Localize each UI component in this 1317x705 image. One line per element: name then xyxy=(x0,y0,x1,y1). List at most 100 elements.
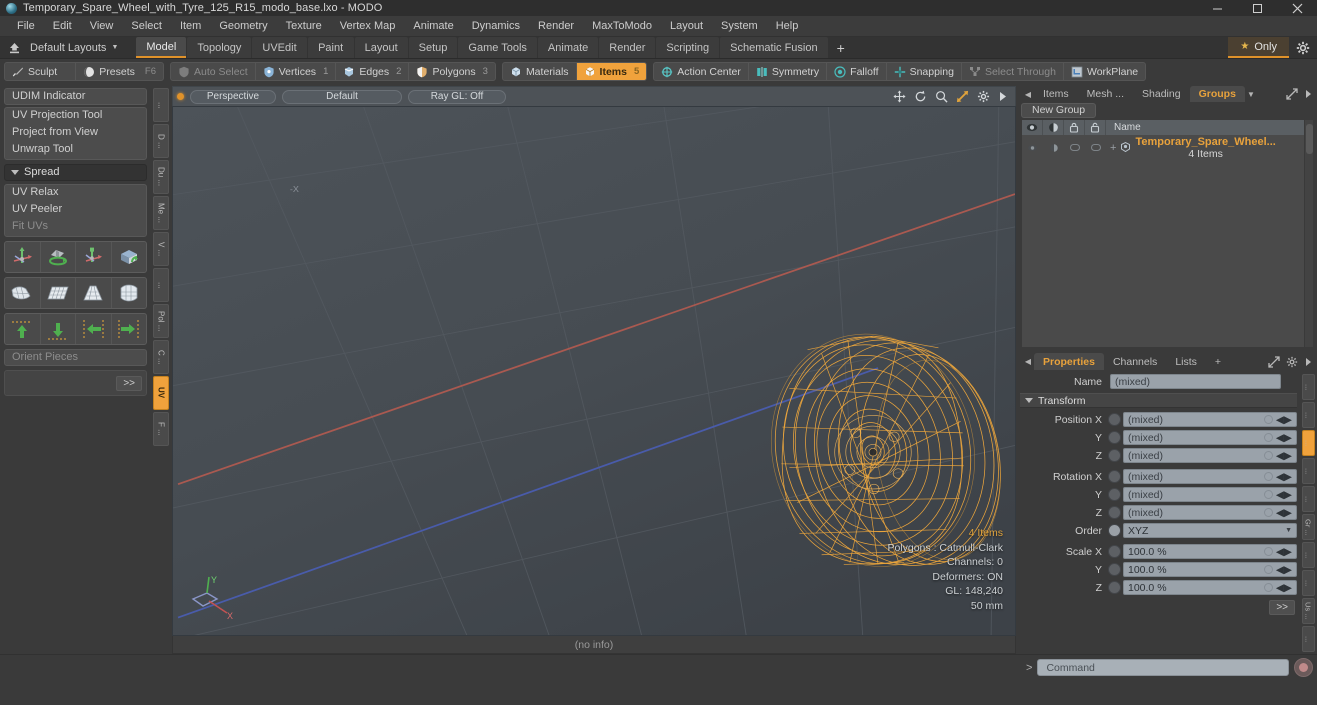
tab-items[interactable]: Items xyxy=(1034,86,1078,102)
minimize-icon[interactable] xyxy=(1197,0,1237,16)
uv-flip-icon[interactable] xyxy=(111,242,146,272)
uv-fit-icon[interactable] xyxy=(5,278,40,308)
scale-y-field[interactable]: 100.0 % ◀▶ xyxy=(1123,562,1297,577)
tab-scroll-left-icon[interactable]: ◀ xyxy=(1022,353,1034,370)
axis-gizmo[interactable]: Y X xyxy=(187,571,245,623)
sculpt-button[interactable]: Sculpt xyxy=(5,63,77,80)
symmetry-button[interactable]: Symmetry xyxy=(749,63,828,80)
rotate-icon[interactable] xyxy=(914,90,927,103)
scale-z-knob[interactable] xyxy=(1108,581,1121,594)
edges-button[interactable]: Edges 2 xyxy=(336,63,410,80)
fit-icon[interactable] xyxy=(956,90,969,103)
menu-item-vertex-map[interactable]: Vertex Map xyxy=(331,16,405,37)
lock-alt-icon[interactable] xyxy=(1085,119,1106,135)
tab-setup[interactable]: Setup xyxy=(408,37,458,58)
left-panel-more-button[interactable]: >> xyxy=(116,375,142,391)
stepper-icon[interactable]: ◀▶ xyxy=(1276,582,1292,594)
position-x-knob[interactable] xyxy=(1108,413,1121,426)
group-item-list[interactable]: Name + Temporary_Spare_Wheel... 4 Items xyxy=(1021,118,1314,348)
menu-item-layout[interactable]: Layout xyxy=(661,16,712,37)
rotation-z-knob[interactable] xyxy=(1108,506,1121,519)
scale-x-knob[interactable] xyxy=(1108,545,1121,558)
vertices-button[interactable]: Vertices 1 xyxy=(256,63,337,80)
props-vtab-4[interactable]: ... xyxy=(1301,486,1315,512)
align-down-icon[interactable] xyxy=(40,314,75,344)
stepper-icon[interactable]: ◀▶ xyxy=(1276,564,1292,576)
tab-groups[interactable]: Groups xyxy=(1189,86,1245,103)
viewport-view-mode-dropdown[interactable]: Perspective xyxy=(190,89,276,104)
udim-indicator-button[interactable]: UDIM Indicator xyxy=(4,88,147,105)
tab-channels[interactable]: Channels xyxy=(1104,353,1166,370)
layout-preset-dropdown[interactable]: Default Layouts ▼ xyxy=(28,37,124,58)
menu-item-animate[interactable]: Animate xyxy=(404,16,462,37)
position-z-knob[interactable] xyxy=(1108,449,1121,462)
scale-y-knob[interactable] xyxy=(1108,563,1121,576)
tab-lists[interactable]: Lists xyxy=(1166,353,1206,370)
scale-x-field[interactable]: 100.0 % ◀▶ xyxy=(1123,544,1297,559)
left-vtab-5[interactable]: ... xyxy=(153,268,169,302)
props-vtab-0[interactable]: ... xyxy=(1301,374,1315,400)
expand-toggle-icon[interactable]: + xyxy=(1110,142,1116,154)
viewport-raygl-toggle[interactable]: Ray GL: Off xyxy=(408,89,506,104)
left-vtab-3[interactable]: Me ... xyxy=(153,196,169,230)
props-vtab-7[interactable]: ... xyxy=(1301,570,1315,596)
row-visibility-toggle[interactable] xyxy=(1022,135,1043,161)
tab-properties[interactable]: Properties xyxy=(1034,353,1104,370)
uv-sphere-icon[interactable] xyxy=(111,278,146,308)
uv-move-icon[interactable] xyxy=(5,242,40,272)
chevron-right-icon[interactable] xyxy=(1304,89,1312,99)
materials-button[interactable]: Materials xyxy=(503,63,577,80)
tab-shading[interactable]: Shading xyxy=(1133,86,1190,102)
tab-topology[interactable]: Topology xyxy=(187,37,252,58)
unwrap-tool-button[interactable]: Unwrap Tool xyxy=(5,142,146,159)
menu-item-item[interactable]: Item xyxy=(171,16,210,37)
properties-more-button[interactable]: >> xyxy=(1269,600,1295,615)
rotation-y-field[interactable]: (mixed) ◀▶ xyxy=(1123,487,1297,502)
menu-item-texture[interactable]: Texture xyxy=(277,16,331,37)
stepper-icon[interactable]: ◀▶ xyxy=(1276,414,1292,426)
tab-animate[interactable]: Animate xyxy=(537,37,599,58)
left-vtab-4[interactable]: V ... xyxy=(153,232,169,266)
name-field[interactable]: (mixed) xyxy=(1110,374,1281,389)
rotation-x-field[interactable]: (mixed) ◀▶ xyxy=(1123,469,1297,484)
order-knob[interactable] xyxy=(1108,524,1121,537)
chevron-right-icon[interactable] xyxy=(1304,357,1312,367)
polygons-button[interactable]: Polygons 3 xyxy=(409,63,495,80)
key-circle-icon[interactable] xyxy=(1263,472,1273,481)
spread-section-header[interactable]: Spread xyxy=(4,164,147,181)
chevron-down-icon[interactable]: ▼ xyxy=(1285,527,1292,534)
stepper-icon[interactable]: ◀▶ xyxy=(1276,546,1292,558)
maximize-icon[interactable] xyxy=(1237,0,1277,16)
uv-taper-icon[interactable] xyxy=(76,278,111,308)
key-circle-icon[interactable] xyxy=(1263,415,1273,424)
menu-item-file[interactable]: File xyxy=(8,16,44,37)
add-tab-button[interactable]: + xyxy=(829,37,853,58)
scale-z-field[interactable]: 100.0 % ◀▶ xyxy=(1123,580,1297,595)
table-row[interactable]: + Temporary_Spare_Wheel... 4 Items xyxy=(1022,135,1304,161)
tab-render[interactable]: Render xyxy=(599,37,656,58)
lock-icon[interactable] xyxy=(1064,119,1085,135)
uv-rotate-icon[interactable] xyxy=(40,242,75,272)
order-dropdown[interactable]: XYZ ▼ xyxy=(1123,523,1297,538)
tab-schematic-fusion[interactable]: Schematic Fusion xyxy=(720,37,828,58)
visibility-icon[interactable] xyxy=(1022,119,1043,135)
viewport-shading-dropdown[interactable]: Default xyxy=(282,89,402,104)
row-lock-toggle[interactable] xyxy=(1064,135,1085,161)
key-circle-icon[interactable] xyxy=(1263,565,1273,574)
expand-icon[interactable] xyxy=(1268,355,1280,368)
left-vtab-0[interactable]: ... xyxy=(153,88,169,122)
tab-model[interactable]: Model xyxy=(136,37,187,58)
key-circle-icon[interactable] xyxy=(1263,508,1273,517)
chevron-down-icon[interactable]: ▼ xyxy=(1245,86,1257,102)
props-vtab-1[interactable]: ... xyxy=(1301,402,1315,428)
orient-pieces-button[interactable]: Orient Pieces xyxy=(4,349,147,366)
uv-relax-button[interactable]: UV Relax xyxy=(5,185,146,202)
align-left-icon[interactable] xyxy=(76,314,111,344)
key-circle-icon[interactable] xyxy=(1263,433,1273,442)
presets-button[interactable]: Presets F6 xyxy=(76,63,163,80)
command-input[interactable]: Command xyxy=(1037,659,1289,676)
uv-peeler-button[interactable]: UV Peeler xyxy=(5,202,146,219)
position-y-knob[interactable] xyxy=(1108,431,1121,444)
home-icon[interactable] xyxy=(0,37,28,58)
menu-item-dynamics[interactable]: Dynamics xyxy=(463,16,529,37)
